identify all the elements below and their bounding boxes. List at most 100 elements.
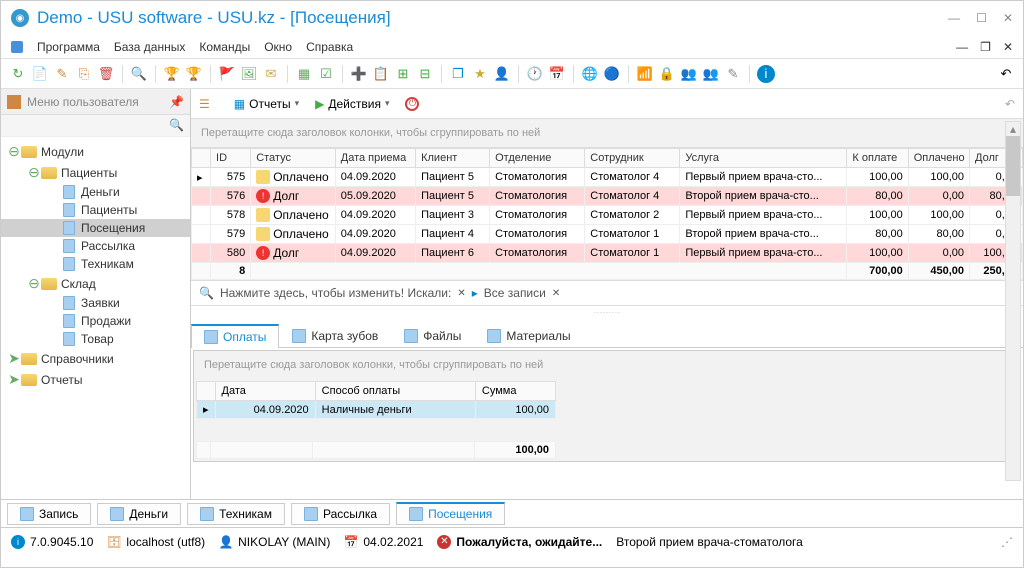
col-header[interactable]: Клиент	[416, 149, 490, 168]
search-magnifier-icon[interactable]: 🔍	[199, 286, 214, 300]
sub-table-row[interactable]: ▸ 04.09.2020 Наличные деньги 100,00	[197, 401, 556, 419]
lock-icon[interactable]: 🔒	[658, 65, 676, 83]
menu-database[interactable]: База данных	[114, 40, 185, 54]
bottom-tab-money[interactable]: Деньги	[97, 503, 181, 525]
bottom-tab-mailing[interactable]: Рассылка	[291, 503, 390, 525]
copy-icon[interactable]: ⎘	[75, 65, 93, 83]
edit-icon[interactable]: ✎	[53, 65, 71, 83]
tree-item-техникам[interactable]: Техникам	[1, 255, 190, 273]
image-icon[interactable]: 🖼	[240, 65, 258, 83]
envelope-icon[interactable]: ✉	[262, 65, 280, 83]
check-icon[interactable]: ☑	[317, 65, 335, 83]
child-minimize-button[interactable]: —	[956, 40, 968, 54]
child-close-button[interactable]: ✕	[1003, 40, 1013, 54]
add-icon[interactable]: ➕	[350, 65, 368, 83]
tree-toggle-icon[interactable]: ⊖	[7, 143, 21, 160]
tree-item-товар[interactable]: Товар	[1, 330, 190, 348]
splitter[interactable]: ⋯⋯⋯	[191, 306, 1023, 319]
stop-button[interactable]: ⏻	[401, 95, 423, 113]
tree-item-посещения[interactable]: Посещения	[1, 219, 190, 237]
rss-icon[interactable]: 📶	[636, 65, 654, 83]
sidebar-search[interactable]: 🔍	[1, 115, 190, 137]
sub-group-hint[interactable]: Перетащите сюда заголовок колонки, чтобы…	[194, 351, 1020, 379]
actions-button[interactable]: ▶ Действия ▾	[311, 95, 393, 113]
trophy2-icon[interactable]: 🏆	[185, 65, 203, 83]
maximize-button[interactable]: ☐	[976, 11, 987, 25]
menu-icon[interactable]: ☰	[199, 97, 210, 111]
sub-tab-payments[interactable]: Оплаты	[191, 324, 279, 348]
excel-icon[interactable]: ⊞	[394, 65, 412, 83]
table-row[interactable]: 576!Долг05.09.2020Пациент 5СтоматологияС…	[192, 187, 1023, 206]
tree-item-заявки[interactable]: Заявки	[1, 294, 190, 312]
tree-item-деньги[interactable]: Деньги	[1, 183, 190, 201]
table-row[interactable]: ▸575Оплачено04.09.2020Пациент 5Стоматоло…	[192, 168, 1023, 187]
col-header[interactable]: Оплачено	[908, 149, 969, 168]
search-all-records[interactable]: Все записи	[484, 286, 546, 300]
info-icon[interactable]: i	[757, 65, 775, 83]
content-undo-icon[interactable]: ↶	[1005, 97, 1015, 111]
clock-icon[interactable]: 🕐	[526, 65, 544, 83]
reports-button[interactable]: ▦ Отчеты ▾	[230, 95, 303, 113]
sub-tab-files[interactable]: Файлы	[391, 323, 474, 347]
close-button[interactable]: ✕	[1003, 11, 1013, 25]
users-plus-icon[interactable]: 👥	[680, 65, 698, 83]
vertical-scrollbar[interactable]: ▴	[1005, 121, 1021, 481]
resize-grip-icon[interactable]: ⋰	[1001, 535, 1013, 549]
minimize-button[interactable]: —	[948, 11, 960, 25]
tree-item-отчеты[interactable]: ➤Отчеты	[1, 369, 190, 390]
note-icon[interactable]: 📋	[372, 65, 390, 83]
col-method[interactable]: Способ оплаты	[315, 382, 475, 401]
toolbar-undo-icon[interactable]: ↶	[997, 65, 1015, 83]
search-hint[interactable]: Нажмите здесь, чтобы изменить! Искали:	[220, 286, 451, 300]
calendar-icon[interactable]: 📅	[548, 65, 566, 83]
menu-program[interactable]: Программа	[37, 40, 100, 54]
pin-icon[interactable]: 📌	[169, 95, 184, 109]
menu-window[interactable]: Окно	[264, 40, 292, 54]
table-row[interactable]: 580!Долг04.09.2020Пациент 6СтоматологияС…	[192, 244, 1023, 263]
tree-item-склад[interactable]: ⊖Склад	[1, 273, 190, 294]
sub-tab-materials[interactable]: Материалы	[474, 323, 583, 347]
tree-toggle-icon[interactable]: ⊖	[27, 164, 41, 181]
new-doc-icon[interactable]: 📄	[31, 65, 49, 83]
col-header[interactable]: Отделение	[490, 149, 585, 168]
window-icon[interactable]: ❐	[449, 65, 467, 83]
import-icon[interactable]: ⊟	[416, 65, 434, 83]
user-icon[interactable]: 👤	[493, 65, 511, 83]
users-icon[interactable]: 👥	[702, 65, 720, 83]
tree-toggle-icon[interactable]: ➤	[7, 371, 21, 388]
tree-toggle-icon[interactable]: ➤	[7, 350, 21, 367]
tree-toggle-icon[interactable]: ⊖	[27, 275, 41, 292]
group-hint[interactable]: Перетащите сюда заголовок колонки, чтобы…	[191, 119, 1023, 148]
search-icon[interactable]: 🔍	[130, 65, 148, 83]
search-clear-icon[interactable]: ✕	[457, 288, 465, 299]
tree-item-модули[interactable]: ⊖Модули	[1, 141, 190, 162]
table-row[interactable]: 578Оплачено04.09.2020Пациент 3Стоматолог…	[192, 206, 1023, 225]
search-all-clear-icon[interactable]: ✕	[552, 288, 560, 299]
globe-icon[interactable]: 🌐	[581, 65, 599, 83]
bottom-tab-technicians[interactable]: Техникам	[187, 503, 285, 525]
col-header[interactable]: К оплате	[847, 149, 908, 168]
tree-item-рассылка[interactable]: Рассылка	[1, 237, 190, 255]
tree-item-пациенты[interactable]: Пациенты	[1, 201, 190, 219]
refresh-icon[interactable]: ↻	[9, 65, 27, 83]
tree-item-продажи[interactable]: Продажи	[1, 312, 190, 330]
tree-item-справочники[interactable]: ➤Справочники	[1, 348, 190, 369]
delete-icon[interactable]: 🗑	[97, 65, 115, 83]
wand-icon[interactable]: ✎	[724, 65, 742, 83]
flag-icon[interactable]: 🚩	[218, 65, 236, 83]
col-sum[interactable]: Сумма	[475, 382, 555, 401]
col-header[interactable]: Услуга	[680, 149, 847, 168]
tree-item-пациенты[interactable]: ⊖Пациенты	[1, 162, 190, 183]
trophy-icon[interactable]: 🏆	[163, 65, 181, 83]
form-icon[interactable]: ▦	[295, 65, 313, 83]
col-header[interactable]: Сотрудник	[585, 149, 680, 168]
child-restore-button[interactable]: ❐	[980, 40, 991, 54]
star-icon[interactable]: ★	[471, 65, 489, 83]
menu-help[interactable]: Справка	[306, 40, 353, 54]
col-header[interactable]: Статус	[251, 149, 336, 168]
scroll-thumb[interactable]	[1006, 136, 1020, 196]
col-date[interactable]: Дата	[215, 382, 315, 401]
table-row[interactable]: 579Оплачено04.09.2020Пациент 4Стоматолог…	[192, 225, 1023, 244]
col-header[interactable]: ID	[211, 149, 251, 168]
sub-tab-teeth[interactable]: Карта зубов	[279, 323, 391, 347]
